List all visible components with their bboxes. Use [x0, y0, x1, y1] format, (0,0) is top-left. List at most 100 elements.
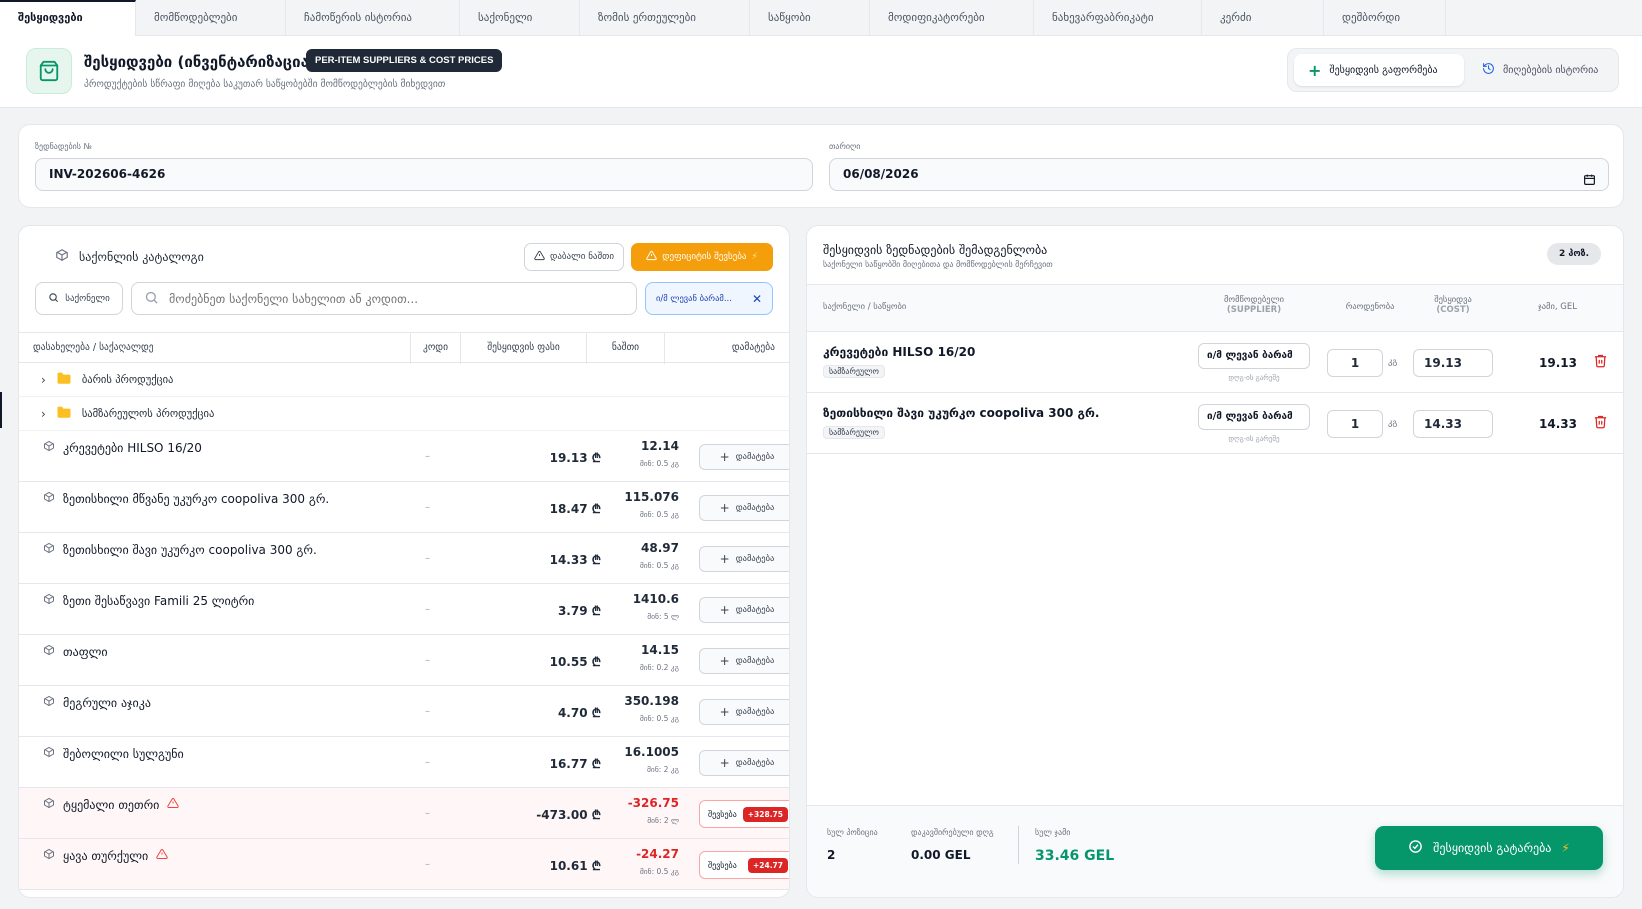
supplier-hint: დღგ-ის გარეშე	[1228, 435, 1280, 443]
row-total: 14.33	[1539, 417, 1577, 431]
tab-6[interactable]: მოდიფიკატორები	[870, 0, 1034, 36]
cost-input[interactable]: 14.33	[1413, 410, 1493, 438]
supplier-filter-chip[interactable]: ი/მ ლევან ბარამ... ✕	[645, 282, 773, 315]
product-name-text: ზეთი შესაწვავი Famili 25 ლიტრი	[63, 593, 255, 608]
cost-input[interactable]: 19.13	[1413, 349, 1493, 377]
col-total: ჯამი, GEL	[1537, 302, 1577, 312]
folder-icon	[56, 406, 72, 422]
add-to-cart-button[interactable]: + დამატება	[699, 750, 789, 776]
tab-0[interactable]: შესყიდვები	[0, 0, 136, 36]
catalog-row: ზეთისხილი შავი უკურკო coopoliva 300 გრ. –…	[19, 533, 789, 584]
add-to-cart-button[interactable]: + დამატება	[699, 597, 789, 623]
product-price: -473.00 ₾	[536, 808, 601, 822]
col-item: საქონელი / საწყობი	[823, 302, 907, 312]
fill-deficit-row-button[interactable]: შევსება +328.75	[699, 800, 789, 828]
cart-footer: სულ პოზიცია 2 დაკავშირებული დღგ 0.00 GEL…	[807, 805, 1623, 897]
warning-icon	[646, 250, 657, 264]
positions-value: 2	[827, 848, 836, 862]
folder-label: ბარის პროდუქცია	[81, 373, 174, 386]
catalog-title: საქონლის კატალოგი	[55, 248, 204, 265]
plus-icon: +	[1308, 60, 1322, 80]
product-min-stock: მინ: 2 ლ	[647, 816, 679, 825]
supplier-chip-label: ი/მ ლევან ბარამ...	[656, 293, 732, 304]
date-input[interactable]: 06/08/2026	[829, 158, 1609, 191]
plus-icon: +	[719, 705, 730, 719]
add-label: დამატება	[735, 554, 775, 564]
tab-1[interactable]: მომწოდებლები	[136, 0, 286, 36]
add-to-cart-button[interactable]: + დამატება	[699, 444, 789, 470]
unit-label: კგ	[1388, 357, 1398, 367]
tab-8[interactable]: კერძი	[1202, 0, 1324, 36]
plus-icon: +	[719, 603, 730, 617]
product-code: –	[425, 451, 430, 462]
invoice-number-label: ზედნადების №	[35, 142, 92, 151]
invoice-number-input[interactable]: INV-202606-4626	[35, 158, 813, 191]
product-name: თაფლი	[43, 644, 108, 659]
product-code: –	[425, 859, 430, 870]
category-filter-button[interactable]: საქონელი	[35, 282, 123, 315]
chevron-right-icon[interactable]: ›	[41, 373, 46, 387]
tab-5[interactable]: საწყობი	[750, 0, 870, 36]
col-cost-en: (COST)	[1436, 305, 1470, 315]
new-purchase-label: შესყიდვის გაფორმება	[1329, 64, 1438, 76]
tab-4[interactable]: ზომის ერთეულები	[580, 0, 750, 36]
product-stock: 115.076	[624, 490, 679, 504]
catalog-row: ტყემალი თეთრი – -473.00 ₾ -326.75 მინ: 2 ლ შე…	[19, 788, 789, 839]
catalog-title-text: საქონლის კატალოგი	[79, 249, 204, 264]
cart-table-header: საქონელი / საწყობი მომწოდებელი (SUPPLIER…	[807, 284, 1623, 332]
tab-7[interactable]: ნახევარფაბრიკატი	[1034, 0, 1202, 36]
add-to-cart-button[interactable]: + დამატება	[699, 546, 789, 572]
col-cost: შესყიდვა (COST)	[1413, 295, 1493, 315]
folder-row[interactable]: › სამზარეულოს პროდუქცია	[19, 397, 789, 431]
product-name: ზეთი შესაწვავი Famili 25 ლიტრი	[43, 593, 254, 608]
receipts-history-button[interactable]: მიღებების ისტორია	[1468, 54, 1616, 86]
vat-value: 0.00 GEL	[911, 848, 971, 862]
trash-icon[interactable]	[1593, 353, 1608, 371]
product-price: 16.77 ₾	[549, 757, 601, 771]
col-supplier-ka: მომწოდებელი	[1223, 295, 1285, 305]
box-icon	[43, 542, 55, 557]
supplier-select[interactable]: ი/მ ლევან ბარამ	[1198, 404, 1310, 430]
date-label: თარიღი	[829, 142, 861, 151]
quantity-input[interactable]: 1	[1327, 410, 1383, 438]
product-name: კრევეტები HILSO 16/20	[43, 440, 202, 455]
warning-icon	[167, 797, 180, 812]
product-min-stock: მინ: 5 ლ	[647, 612, 679, 621]
supplier-select[interactable]: ი/მ ლევან ბარამ	[1198, 343, 1310, 369]
search-input[interactable]	[169, 291, 629, 306]
product-min-stock: მინ: 0.5 კგ	[639, 714, 679, 723]
fill-deficit-row-button[interactable]: შევსება +24.77	[699, 851, 789, 879]
close-icon[interactable]: ✕	[752, 292, 762, 306]
add-label: დამატება	[735, 605, 775, 615]
product-min-stock: მინ: 0.5 კგ	[639, 510, 679, 519]
deficit-amount-badge: +24.77	[747, 857, 788, 873]
fill-deficit-button[interactable]: დეფიციტის შევსება ⚡	[631, 243, 773, 271]
box-icon	[43, 746, 55, 761]
trash-icon[interactable]	[1593, 414, 1608, 432]
add-to-cart-button[interactable]: + დამატება	[699, 648, 789, 674]
catalog-search[interactable]	[131, 282, 637, 315]
tab-9[interactable]: დეშბორდი	[1324, 0, 1446, 36]
chevron-right-icon[interactable]: ›	[41, 407, 46, 421]
folder-row[interactable]: › ბარის პროდუქცია	[19, 363, 789, 397]
add-to-cart-button[interactable]: + დამატება	[699, 699, 789, 725]
calendar-icon[interactable]	[1583, 167, 1596, 198]
low-stock-label: დაბალი ნაშთი	[549, 252, 615, 262]
tab-2[interactable]: ჩამოწერის ისტორია	[286, 0, 460, 36]
product-code: –	[425, 808, 430, 819]
product-min-stock: მინ: 2 კგ	[647, 765, 679, 774]
col-qty: რაოდენობა	[1345, 302, 1395, 312]
product-min-stock: მინ: 0.5 კგ	[639, 561, 679, 570]
product-code: –	[425, 655, 430, 666]
product-stock: 12.14	[641, 439, 679, 453]
quantity-input[interactable]: 1	[1327, 349, 1383, 377]
product-price: 18.47 ₾	[549, 502, 601, 516]
add-to-cart-button[interactable]: + დამატება	[699, 495, 789, 521]
new-purchase-button[interactable]: + შესყიდვის გაფორმება	[1294, 54, 1464, 86]
product-name-text: შებოლილი სულგუნი	[63, 746, 184, 761]
fill-deficit-label: დეფიციტის შევსება	[662, 252, 747, 262]
warning-icon	[156, 848, 168, 863]
tab-3[interactable]: საქონელი	[460, 0, 580, 36]
checkout-button[interactable]: შესყიდვის გატარება ⚡	[1375, 826, 1603, 870]
low-stock-button[interactable]: დაბალი ნაშთი	[524, 243, 624, 271]
